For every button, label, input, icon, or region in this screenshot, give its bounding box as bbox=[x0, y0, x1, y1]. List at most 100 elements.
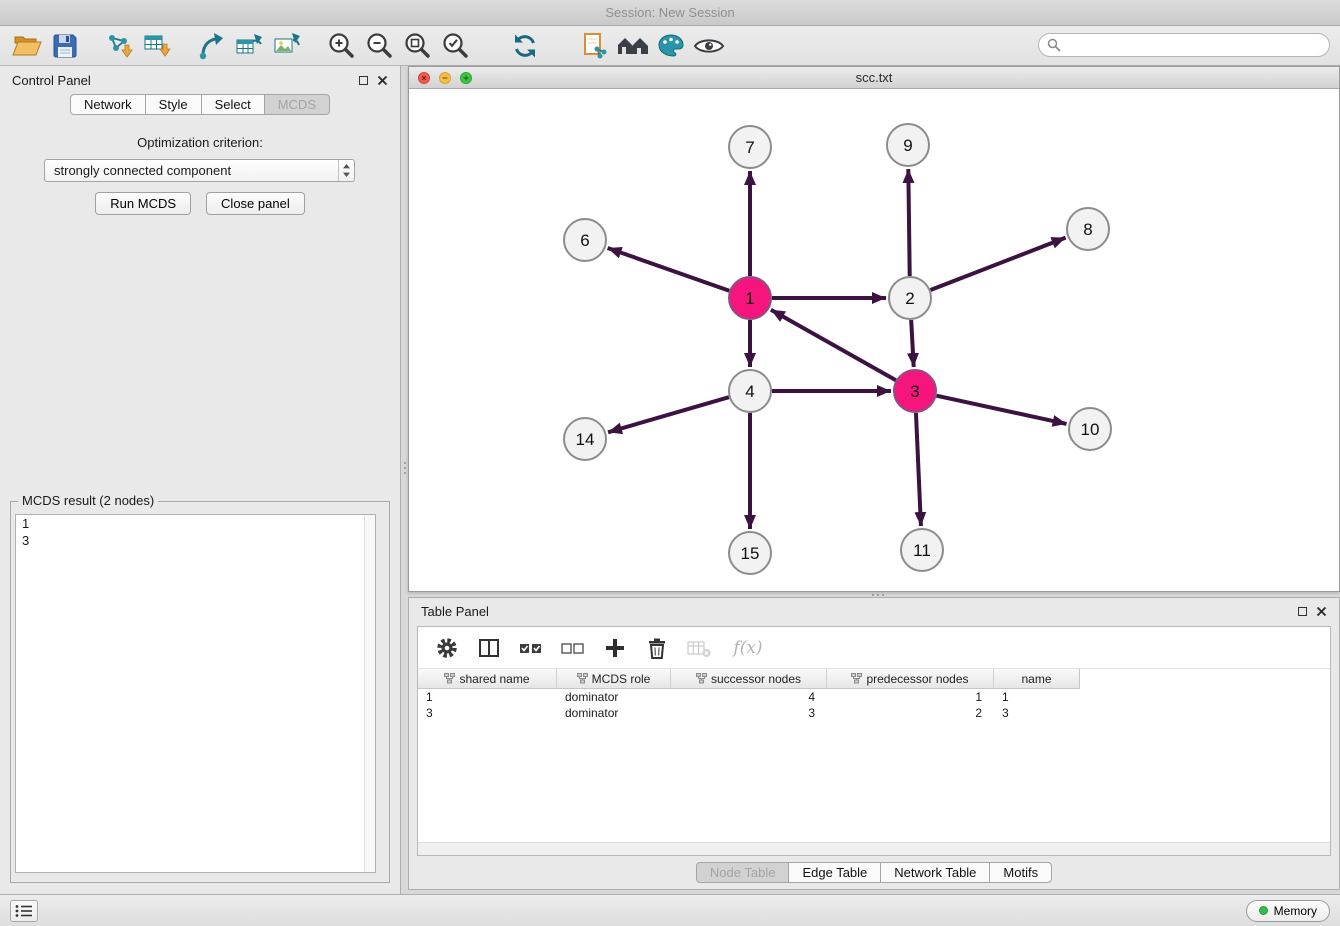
close-panel-icon[interactable] bbox=[1316, 606, 1327, 617]
column-header-label: shared name bbox=[459, 672, 529, 686]
table-toolbar: f(x) bbox=[418, 627, 1330, 669]
import-table-icon bbox=[142, 31, 172, 61]
network-window-titlebar[interactable]: scc.txt bbox=[409, 67, 1339, 89]
tab-label: MCDS bbox=[278, 97, 316, 112]
column-header-mcds-role[interactable]: MCDS role bbox=[557, 669, 671, 688]
tab-edge-table[interactable]: Edge Table bbox=[788, 862, 881, 883]
node-label-15: 15 bbox=[741, 544, 760, 563]
zoom-in-button[interactable] bbox=[322, 29, 360, 63]
import-network-button[interactable] bbox=[100, 29, 138, 63]
edge-3-to-10[interactable] bbox=[936, 396, 1066, 424]
column-header-predecessor-nodes[interactable]: predecessor nodes bbox=[827, 669, 994, 688]
column-header-shared-name[interactable]: shared name bbox=[418, 669, 557, 688]
cell-mcds-role: dominator bbox=[557, 705, 671, 721]
zoom-fit-button[interactable] bbox=[398, 29, 436, 63]
import-network-icon bbox=[104, 31, 134, 61]
optimization-criterion-select[interactable]: strongly connected component bbox=[44, 159, 355, 182]
control-panel-title: Control Panel bbox=[12, 73, 91, 88]
delete-table-icon bbox=[686, 636, 712, 660]
table-horizontal-scrollbar[interactable] bbox=[418, 842, 1330, 855]
zoom-in-icon bbox=[326, 31, 356, 61]
apply-layout-button[interactable] bbox=[506, 29, 544, 63]
search-box[interactable] bbox=[1038, 33, 1330, 57]
status-menu-button[interactable] bbox=[10, 900, 38, 922]
network-window: scc.txt 1234678910111415 bbox=[408, 66, 1340, 592]
edge-3-to-1[interactable] bbox=[771, 310, 896, 380]
edge-2-to-3[interactable] bbox=[911, 320, 914, 367]
edge-3-to-11[interactable] bbox=[916, 413, 921, 526]
fx-label: f(x) bbox=[733, 638, 762, 658]
delete-table-button[interactable] bbox=[686, 635, 712, 661]
delete-column-button[interactable] bbox=[644, 635, 670, 661]
result-scrollbar[interactable] bbox=[364, 515, 375, 872]
tab-network-table[interactable]: Network Table bbox=[880, 862, 990, 883]
zoom-selected-icon bbox=[440, 31, 470, 61]
edge-4-to-14[interactable] bbox=[608, 397, 729, 432]
selected-criterion: strongly connected component bbox=[54, 163, 231, 178]
function-builder-button[interactable]: f(x) bbox=[728, 635, 768, 661]
deselect-all-columns-button[interactable] bbox=[560, 635, 586, 661]
run-mcds-button[interactable]: Run MCDS bbox=[95, 192, 191, 215]
cell-successor-nodes: 3 bbox=[671, 705, 827, 721]
vertical-splitter[interactable] bbox=[401, 450, 408, 486]
control-panel: Control Panel Network Style Select MCDS … bbox=[0, 66, 401, 894]
column-header-successor-nodes[interactable]: successor nodes bbox=[671, 669, 827, 688]
save-session-button[interactable] bbox=[46, 29, 84, 63]
node-label-9: 9 bbox=[903, 136, 912, 155]
zoom-selected-button[interactable] bbox=[436, 29, 474, 63]
edge-1-to-6[interactable] bbox=[608, 248, 730, 291]
minimize-window-icon[interactable] bbox=[439, 72, 451, 84]
close-panel-button[interactable]: Close panel bbox=[206, 192, 305, 215]
memory-status-icon bbox=[1259, 906, 1268, 915]
cell-name: 3 bbox=[994, 705, 1079, 721]
search-input[interactable] bbox=[1061, 36, 1329, 54]
close-panel-icon[interactable] bbox=[377, 75, 388, 86]
table-settings-button[interactable] bbox=[434, 635, 460, 661]
float-panel-icon[interactable] bbox=[1298, 607, 1307, 616]
node-label-3: 3 bbox=[910, 382, 919, 401]
edge-2-to-8[interactable] bbox=[931, 238, 1066, 290]
create-column-button[interactable] bbox=[602, 635, 628, 661]
control-panel-tabs: Network Style Select MCDS bbox=[0, 94, 400, 115]
export-image-button[interactable] bbox=[268, 29, 306, 63]
memory-button[interactable]: Memory bbox=[1246, 900, 1330, 922]
edge-2-to-9[interactable] bbox=[908, 169, 909, 276]
annotation-document-icon bbox=[580, 31, 610, 61]
export-network-button[interactable] bbox=[192, 29, 230, 63]
column-header-label: predecessor nodes bbox=[866, 672, 968, 686]
annotation-button[interactable] bbox=[576, 29, 614, 63]
network-graph-canvas[interactable]: 1234678910111415 bbox=[409, 90, 1339, 591]
search-icon bbox=[1047, 38, 1061, 52]
mcds-result-list[interactable]: 1 3 bbox=[15, 514, 376, 873]
first-neighbors-button[interactable] bbox=[614, 29, 652, 63]
float-panel-icon[interactable] bbox=[359, 76, 368, 85]
open-file-button[interactable] bbox=[8, 29, 46, 63]
table-row[interactable]: 3 dominator 3 2 3 bbox=[418, 705, 1330, 721]
apply-style-button[interactable] bbox=[652, 29, 690, 63]
checked-boxes-icon bbox=[518, 636, 544, 660]
close-window-icon[interactable] bbox=[418, 72, 430, 84]
zoom-out-button[interactable] bbox=[360, 29, 398, 63]
column-view-button[interactable] bbox=[476, 635, 502, 661]
table-row[interactable]: 1 dominator 4 1 1 bbox=[418, 689, 1330, 705]
tab-select[interactable]: Select bbox=[201, 94, 265, 115]
export-table-button[interactable] bbox=[230, 29, 268, 63]
eye-icon bbox=[692, 31, 726, 61]
tab-network[interactable]: Network bbox=[70, 94, 146, 115]
table-panel-tabs: Node Table Edge Table Network Table Moti… bbox=[696, 862, 1052, 883]
app-titlebar: Session: New Session bbox=[0, 0, 1340, 26]
select-all-columns-button[interactable] bbox=[518, 635, 544, 661]
tab-style[interactable]: Style bbox=[145, 94, 202, 115]
column-type-icon bbox=[851, 673, 862, 684]
column-header-name[interactable]: name bbox=[994, 669, 1079, 688]
node-label-14: 14 bbox=[576, 430, 595, 449]
cell-successor-nodes: 4 bbox=[671, 689, 827, 705]
tab-motifs[interactable]: Motifs bbox=[989, 862, 1052, 883]
import-table-button[interactable] bbox=[138, 29, 176, 63]
maximize-window-icon[interactable] bbox=[460, 72, 472, 84]
show-hide-button[interactable] bbox=[690, 29, 728, 63]
trash-icon bbox=[645, 636, 669, 660]
table-panel-title: Table Panel bbox=[421, 604, 489, 619]
tab-node-table[interactable]: Node Table bbox=[696, 862, 790, 883]
tab-mcds[interactable]: MCDS bbox=[264, 94, 330, 115]
